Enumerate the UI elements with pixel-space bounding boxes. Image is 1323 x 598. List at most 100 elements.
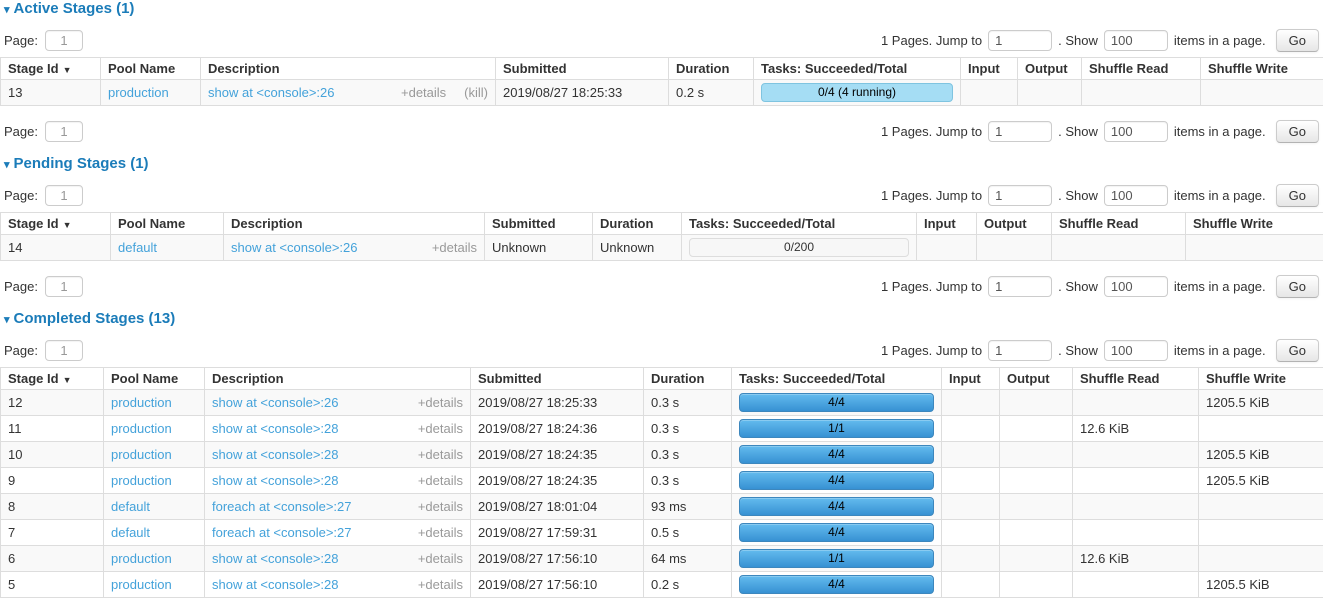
pool-name-link[interactable]: default <box>111 499 150 514</box>
go-button[interactable]: Go <box>1276 29 1319 52</box>
pagination-row-completed-top: Page: 1 Pages. Jump to . Show items in a… <box>4 339 1319 361</box>
col-header-output[interactable]: Output <box>1000 368 1073 390</box>
items-per-page-input[interactable] <box>1104 340 1168 361</box>
pool-name-link[interactable]: production <box>111 473 172 488</box>
cell-duration: 0.3 s <box>644 468 732 494</box>
jump-to-page-input[interactable] <box>988 121 1052 142</box>
cell-input <box>942 442 1000 468</box>
col-header-stage-id[interactable]: Stage Id▼ <box>1 213 111 235</box>
tasks-progress-bar: 4/4 <box>739 471 934 490</box>
page-number-input[interactable] <box>45 121 83 142</box>
details-toggle[interactable]: +details <box>418 551 463 566</box>
col-header-input[interactable]: Input <box>917 213 977 235</box>
col-header-output[interactable]: Output <box>977 213 1052 235</box>
pool-name-link[interactable]: production <box>111 395 172 410</box>
cell-tasks: 4/4 <box>732 520 942 546</box>
pending-stages-header[interactable]: ▾Pending Stages (1) <box>4 156 1323 173</box>
col-header-description[interactable]: Description <box>205 368 471 390</box>
col-header-description[interactable]: Description <box>224 213 485 235</box>
jump-to-page-input[interactable] <box>988 276 1052 297</box>
description-link[interactable]: show at <console>:28 <box>212 447 338 462</box>
description-link[interactable]: show at <console>:28 <box>212 421 338 436</box>
cell-stage-id: 14 <box>1 235 111 261</box>
col-header-pool-name[interactable]: Pool Name <box>111 213 224 235</box>
active-stages-header[interactable]: ▾Active Stages (1) <box>4 1 1323 18</box>
completed-stages-header[interactable]: ▾Completed Stages (13) <box>4 311 1323 328</box>
details-toggle[interactable]: +details <box>418 577 463 592</box>
col-header-duration[interactable]: Duration <box>593 213 682 235</box>
items-per-page-input[interactable] <box>1104 30 1168 51</box>
details-toggle[interactable]: +details <box>418 447 463 462</box>
col-header-input[interactable]: Input <box>942 368 1000 390</box>
details-toggle[interactable]: +details <box>418 525 463 540</box>
col-header-shuffle-write[interactable]: Shuffle Write <box>1186 213 1323 235</box>
go-button[interactable]: Go <box>1276 275 1319 298</box>
pool-name-link[interactable]: default <box>111 525 150 540</box>
page-number-input[interactable] <box>45 185 83 206</box>
cell-description: show at <console>:28 +details <box>205 416 471 442</box>
col-header-description[interactable]: Description <box>201 58 496 80</box>
pool-name-link[interactable]: production <box>111 577 172 592</box>
col-header-submitted[interactable]: Submitted <box>471 368 644 390</box>
cell-shuffle-write <box>1186 235 1323 261</box>
go-button[interactable]: Go <box>1276 120 1319 143</box>
cell-duration: 64 ms <box>644 546 732 572</box>
description-link[interactable]: show at <console>:28 <box>212 551 338 566</box>
col-header-shuffle-write[interactable]: Shuffle Write <box>1199 368 1323 390</box>
col-header-input[interactable]: Input <box>961 58 1018 80</box>
description-link[interactable]: foreach at <console>:27 <box>212 525 352 540</box>
cell-stage-id: 5 <box>1 572 104 598</box>
col-header-tasks[interactable]: Tasks: Succeeded/Total <box>732 368 942 390</box>
details-toggle[interactable]: +details <box>432 240 477 255</box>
col-header-stage-id[interactable]: Stage Id▼ <box>1 58 101 80</box>
go-button[interactable]: Go <box>1276 339 1319 362</box>
col-header-shuffle-read[interactable]: Shuffle Read <box>1052 213 1186 235</box>
description-link[interactable]: show at <console>:26 <box>212 395 338 410</box>
table-row: 7 default foreach at <console>:27+detail… <box>1 520 1323 546</box>
col-header-duration[interactable]: Duration <box>669 58 754 80</box>
details-toggle[interactable]: +details <box>418 473 463 488</box>
description-link[interactable]: foreach at <console>:27 <box>212 499 352 514</box>
description-link[interactable]: show at <console>:26 <box>208 85 334 100</box>
pool-name-link[interactable]: production <box>108 85 169 100</box>
col-header-tasks[interactable]: Tasks: Succeeded/Total <box>754 58 961 80</box>
col-header-submitted[interactable]: Submitted <box>485 213 593 235</box>
col-header-submitted[interactable]: Submitted <box>496 58 669 80</box>
col-header-shuffle-read[interactable]: Shuffle Read <box>1082 58 1201 80</box>
description-link[interactable]: show at <console>:26 <box>231 240 357 255</box>
jump-to-page-input[interactable] <box>988 30 1052 51</box>
col-header-pool-name[interactable]: Pool Name <box>101 58 201 80</box>
col-header-shuffle-read[interactable]: Shuffle Read <box>1073 368 1199 390</box>
items-per-page-input[interactable] <box>1104 276 1168 297</box>
items-per-page-input[interactable] <box>1104 185 1168 206</box>
cell-stage-id: 10 <box>1 442 104 468</box>
pool-name-link[interactable]: default <box>118 240 157 255</box>
go-button[interactable]: Go <box>1276 184 1319 207</box>
details-toggle[interactable]: +details <box>401 85 446 100</box>
kill-link[interactable]: (kill) <box>464 85 488 100</box>
jump-to-page-input[interactable] <box>988 185 1052 206</box>
page-number-input[interactable] <box>45 30 83 51</box>
description-link[interactable]: show at <console>:28 <box>212 577 338 592</box>
col-header-duration[interactable]: Duration <box>644 368 732 390</box>
details-toggle[interactable]: +details <box>418 499 463 514</box>
col-header-stage-id[interactable]: Stage Id▼ <box>1 368 104 390</box>
details-toggle[interactable]: +details <box>418 395 463 410</box>
items-per-page-input[interactable] <box>1104 121 1168 142</box>
cell-submitted: 2019/08/27 17:56:10 <box>471 546 644 572</box>
pool-name-link[interactable]: production <box>111 447 172 462</box>
page-number-input[interactable] <box>45 276 83 297</box>
cell-shuffle-read <box>1073 390 1199 416</box>
pool-name-link[interactable]: production <box>111 551 172 566</box>
col-header-output[interactable]: Output <box>1018 58 1082 80</box>
pool-name-link[interactable]: production <box>111 421 172 436</box>
col-header-pool-name[interactable]: Pool Name <box>104 368 205 390</box>
details-toggle[interactable]: +details <box>418 421 463 436</box>
col-header-shuffle-write[interactable]: Shuffle Write <box>1201 58 1323 80</box>
description-link[interactable]: show at <console>:28 <box>212 473 338 488</box>
page-number-input[interactable] <box>45 340 83 361</box>
col-header-tasks[interactable]: Tasks: Succeeded/Total <box>682 213 917 235</box>
jump-to-page-input[interactable] <box>988 340 1052 361</box>
cell-input <box>942 416 1000 442</box>
cell-shuffle-read <box>1073 520 1199 546</box>
